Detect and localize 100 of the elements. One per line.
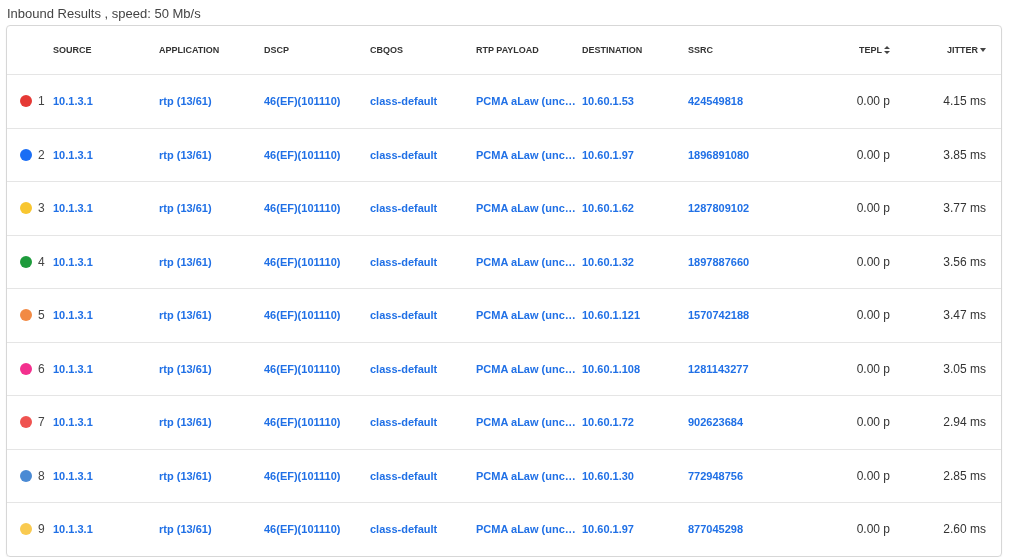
payload-link[interactable]: PCMA aLaw (unc… — [476, 148, 576, 161]
tepl-value: 0.00 p — [856, 94, 890, 109]
ssrc-link[interactable]: 1570742188 — [688, 309, 750, 322]
column-header[interactable]: JITTER — [947, 45, 986, 55]
application-link[interactable]: rtp (13/61) — [159, 202, 212, 215]
column-header: DESTINATION — [582, 45, 643, 55]
source-link[interactable]: 10.1.3.1 — [53, 309, 93, 322]
ssrc-link[interactable]: 1281143277 — [688, 362, 749, 375]
jitter-value: 4.15 ms — [943, 94, 986, 109]
jitter-value: 3.77 ms — [943, 201, 986, 216]
cbqos-link[interactable]: class-default — [370, 469, 438, 482]
column-header: CBQOS — [370, 45, 403, 55]
ssrc-link[interactable]: 772948756 — [688, 469, 744, 482]
jitter-value: 3.56 ms — [943, 254, 986, 269]
row-number: 4 — [38, 254, 45, 269]
payload-link[interactable]: PCMA aLaw (unc… — [476, 362, 576, 375]
column-header: SSRC — [688, 45, 713, 55]
cbqos-link[interactable]: class-default — [370, 202, 438, 215]
cbqos-link[interactable]: class-default — [370, 148, 438, 161]
application-link[interactable]: rtp (13/61) — [159, 95, 212, 108]
application-link[interactable]: rtp (13/61) — [159, 309, 212, 322]
ssrc-link[interactable]: 1897887660 — [688, 255, 750, 268]
destination-link[interactable]: 10.60.1.53 — [582, 95, 634, 108]
dscp-link[interactable]: 46(EF)(101110) — [264, 523, 341, 536]
ssrc-link[interactable]: 902623684 — [688, 416, 744, 429]
dscp-link[interactable]: 46(EF)(101110) — [264, 362, 341, 375]
row-number: 6 — [38, 361, 45, 376]
application-link[interactable]: rtp (13/61) — [159, 523, 212, 536]
tepl-value: 0.00 p — [856, 361, 890, 376]
source-link[interactable]: 10.1.3.1 — [53, 148, 93, 161]
destination-link[interactable]: 10.60.1.108 — [582, 362, 641, 375]
application-link[interactable]: rtp (13/61) — [159, 362, 212, 375]
dscp-link[interactable]: 46(EF)(101110) — [264, 95, 341, 108]
jitter-value: 2.94 ms — [943, 415, 986, 430]
dscp-link[interactable]: 46(EF)(101110) — [264, 469, 341, 482]
source-link[interactable]: 10.1.3.1 — [53, 523, 93, 536]
cbqos-link[interactable]: class-default — [370, 255, 438, 268]
ssrc-link[interactable]: 877045298 — [688, 523, 744, 536]
dscp-link[interactable]: 46(EF)(101110) — [264, 416, 341, 429]
row-number: 5 — [38, 308, 45, 323]
destination-link[interactable]: 10.60.1.30 — [582, 469, 634, 482]
dscp-link[interactable]: 46(EF)(101110) — [264, 148, 341, 161]
row-number: 1 — [38, 94, 45, 109]
destination-link[interactable]: 10.60.1.97 — [582, 523, 634, 536]
dscp-link[interactable]: 46(EF)(101110) — [264, 309, 341, 322]
payload-link[interactable]: PCMA aLaw (unc… — [476, 523, 576, 536]
jitter-value: 2.60 ms — [943, 522, 986, 537]
row-number: 2 — [38, 147, 45, 162]
tepl-value: 0.00 p — [856, 308, 890, 323]
payload-link[interactable]: PCMA aLaw (unc… — [476, 469, 576, 482]
payload-link[interactable]: PCMA aLaw (unc… — [476, 95, 576, 108]
cbqos-link[interactable]: class-default — [370, 362, 438, 375]
jitter-value: 3.85 ms — [943, 147, 986, 162]
source-link[interactable]: 10.1.3.1 — [53, 95, 93, 108]
column-header: RTP PAYLOAD — [476, 45, 539, 55]
destination-link[interactable]: 10.60.1.62 — [582, 202, 634, 215]
column-header: SOURCE — [53, 45, 92, 55]
cbqos-link[interactable]: class-default — [370, 416, 438, 429]
row-number: 9 — [38, 522, 45, 537]
payload-link[interactable]: PCMA aLaw (unc… — [476, 255, 576, 268]
application-link[interactable]: rtp (13/61) — [159, 255, 212, 268]
ssrc-link[interactable]: 1896891080 — [688, 148, 750, 161]
jitter-value: 2.85 ms — [943, 468, 986, 483]
source-link[interactable]: 10.1.3.1 — [53, 416, 93, 429]
payload-link[interactable]: PCMA aLaw (unc… — [476, 309, 576, 322]
ssrc-link[interactable]: 424549818 — [688, 95, 744, 108]
column-header: APPLICATION — [159, 45, 220, 55]
destination-link[interactable]: 10.60.1.121 — [582, 309, 641, 322]
payload-link[interactable]: PCMA aLaw (unc… — [476, 202, 576, 215]
dscp-link[interactable]: 46(EF)(101110) — [264, 255, 341, 268]
jitter-value: 3.05 ms — [943, 361, 986, 376]
tepl-value: 0.00 p — [856, 201, 890, 216]
row-number: 7 — [38, 415, 45, 430]
payload-link[interactable]: PCMA aLaw (unc… — [476, 416, 576, 429]
application-link[interactable]: rtp (13/61) — [159, 148, 212, 161]
row-number: 8 — [38, 468, 45, 483]
column-header[interactable]: TEPL — [859, 45, 890, 55]
destination-link[interactable]: 10.60.1.32 — [582, 255, 634, 268]
ssrc-link[interactable]: 1287809102 — [688, 202, 750, 215]
tepl-value: 0.00 p — [856, 522, 890, 537]
dscp-link[interactable]: 46(EF)(101110) — [264, 202, 341, 215]
source-link[interactable]: 10.1.3.1 — [53, 469, 93, 482]
column-header: DSCP — [264, 45, 289, 55]
cbqos-link[interactable]: class-default — [370, 523, 438, 536]
source-link[interactable]: 10.1.3.1 — [53, 202, 93, 215]
cbqos-link[interactable]: class-default — [370, 95, 438, 108]
tepl-value: 0.00 p — [856, 415, 890, 430]
application-link[interactable]: rtp (13/61) — [159, 416, 212, 429]
cbqos-link[interactable]: class-default — [370, 309, 438, 322]
source-link[interactable]: 10.1.3.1 — [53, 255, 93, 268]
source-link[interactable]: 10.1.3.1 — [53, 362, 93, 375]
jitter-value: 3.47 ms — [943, 308, 986, 323]
tepl-value: 0.00 p — [856, 147, 890, 162]
destination-link[interactable]: 10.60.1.72 — [582, 416, 634, 429]
row-number: 3 — [38, 201, 45, 216]
results-title: Inbound Results , speed: 50 Mb/s — [7, 6, 201, 21]
tepl-value: 0.00 p — [856, 468, 890, 483]
tepl-value: 0.00 p — [856, 254, 890, 269]
destination-link[interactable]: 10.60.1.97 — [582, 148, 634, 161]
application-link[interactable]: rtp (13/61) — [159, 469, 212, 482]
